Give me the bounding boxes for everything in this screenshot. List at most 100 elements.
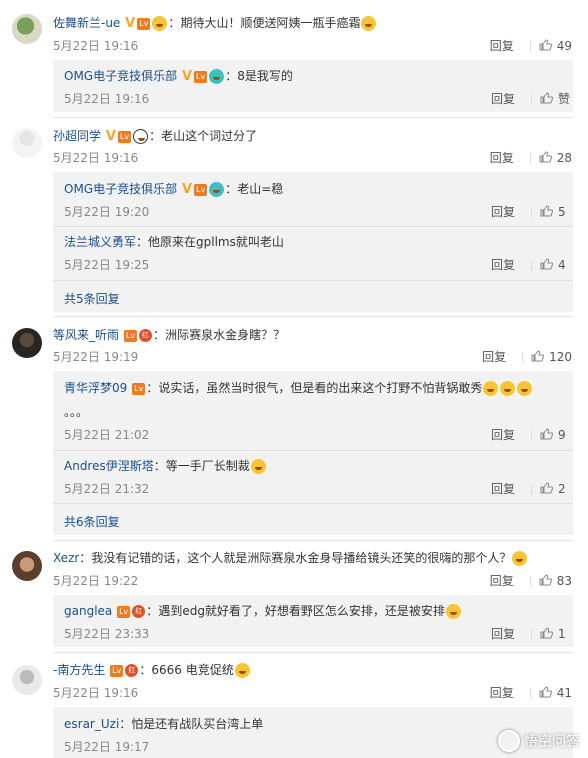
red-badge-icon: 红: [132, 605, 146, 618]
username-link[interactable]: 等风来_听雨: [53, 328, 119, 342]
like-icon[interactable]: [540, 92, 553, 104]
like-icon[interactable]: [540, 627, 553, 639]
more-replies-link[interactable]: 共5条回复: [64, 290, 120, 307]
comment-date: 5月22日 19:19: [53, 350, 139, 364]
emoji-icon: [250, 459, 266, 474]
divider: [53, 503, 573, 504]
level-badge-icon: Lv: [110, 664, 124, 677]
like-icon[interactable]: [540, 482, 553, 494]
like-icon[interactable]: [540, 428, 553, 440]
level-badge-icon: Lv: [137, 17, 151, 30]
camera-badge-icon: [209, 182, 225, 197]
like-icon[interactable]: [540, 258, 553, 270]
divider: [529, 41, 531, 52]
divider: [53, 540, 573, 541]
reply-button[interactable]: 回复: [491, 203, 531, 220]
comment-actions: 回复 41: [490, 684, 572, 701]
username-link[interactable]: esrar_Uzi: [64, 717, 119, 731]
reply-button[interactable]: 回复: [490, 684, 530, 701]
avatar[interactable]: [12, 665, 42, 695]
like-count: 28: [556, 151, 572, 165]
watermark: 悟空问答: [498, 730, 580, 752]
colon: ：: [225, 69, 238, 83]
like-icon[interactable]: [540, 205, 553, 217]
divider: [531, 484, 532, 495]
reply-date: 5月22日 23:33: [64, 627, 150, 641]
verified-icon: V: [181, 181, 192, 197]
panda-badge-icon: [133, 129, 149, 144]
divider: [531, 94, 532, 105]
like-count: 5: [558, 205, 566, 219]
avatar[interactable]: [12, 128, 42, 158]
comment-date: 5月22日 19:16: [53, 39, 139, 53]
comment-text: 6666 电竞促统: [151, 663, 234, 677]
reply-date: 5月22日 19:16: [64, 92, 150, 106]
like-icon[interactable]: [539, 574, 552, 586]
reply-button[interactable]: 回复: [491, 90, 531, 107]
username-link[interactable]: 法兰城义勇军: [64, 235, 136, 249]
like-icon[interactable]: [539, 39, 552, 51]
reply-date: 5月22日 21:32: [64, 482, 150, 496]
reply-text: 他原来在gpllms就叫老山: [148, 235, 284, 249]
reply-button[interactable]: 回复: [491, 480, 531, 497]
like-count: 41: [556, 686, 572, 700]
reply-button[interactable]: 回复: [490, 37, 530, 54]
avatar[interactable]: [12, 551, 42, 581]
username-link[interactable]: -南方先生: [53, 663, 105, 677]
colon: ：: [146, 604, 159, 618]
reply-button[interactable]: 回复: [491, 426, 531, 443]
verified-icon: V: [105, 128, 116, 144]
wukong-logo-icon: [498, 730, 520, 752]
comment-text: 老山这个词过分了: [161, 129, 258, 143]
comment-date: 5月22日 19:22: [53, 574, 139, 588]
username-link[interactable]: OMG电子竞技俱乐部: [64, 182, 177, 196]
like-icon[interactable]: [539, 686, 552, 698]
username-link[interactable]: OMG电子竞技俱乐部: [64, 69, 177, 83]
divider: [531, 629, 532, 640]
more-replies-link[interactable]: 共6条回复: [64, 513, 120, 530]
like-count: 9: [558, 428, 566, 442]
comment-actions: 回复 28: [490, 149, 572, 166]
level-badge-icon: Lv: [123, 329, 138, 342]
reply-button[interactable]: 回复: [490, 149, 530, 166]
watermark-text: 悟空问答: [524, 734, 580, 750]
divider: [53, 226, 573, 227]
colon: ：: [139, 663, 152, 677]
username-link[interactable]: 佐舞新兰-ue: [53, 16, 120, 30]
reply-button[interactable]: 回复: [491, 625, 531, 642]
username-link[interactable]: 孙超同学: [53, 129, 101, 143]
username-link[interactable]: ganglea: [64, 604, 112, 618]
like-icon[interactable]: [539, 151, 552, 163]
divider: [53, 316, 573, 317]
divider: [53, 652, 573, 653]
verified-icon: V: [125, 15, 136, 31]
username-link[interactable]: 青华浮梦09: [64, 381, 127, 395]
reply-button[interactable]: 回复: [490, 572, 530, 589]
reply-button[interactable]: 回复: [491, 256, 531, 273]
reply-button[interactable]: 回复: [482, 348, 522, 365]
avatar[interactable]: [12, 328, 42, 358]
verified-icon: V: [181, 68, 192, 84]
colon: ：: [168, 16, 181, 30]
divider: [53, 117, 573, 118]
like-count: 2: [558, 482, 566, 496]
divider: [529, 576, 531, 587]
divider: [522, 352, 524, 363]
comment-text: 期待大山！顺便送阿姨一瓶手癌霜: [180, 16, 361, 30]
divider: [531, 260, 532, 271]
comment-actions: 回复 49: [490, 37, 572, 54]
comment-text: 我没有记错的话，这个人就是洲际赛泉水金身导播给镜头还笑的很嗨的那个人？: [91, 551, 512, 565]
reply-actions: 回复 9: [491, 426, 572, 443]
username-link[interactable]: Andres伊涅斯塔: [64, 459, 154, 473]
like-icon[interactable]: [531, 350, 545, 362]
avatar[interactable]: [12, 14, 42, 44]
reply-text: 老山=稳: [237, 182, 284, 196]
colon: ：: [79, 551, 92, 565]
reply-date: 5月22日 19:17: [64, 740, 150, 754]
reply-actions: 回复 2: [491, 480, 572, 497]
username-link[interactable]: Xezr: [53, 551, 79, 565]
reply-text: 遇到edg就好看了，好想看野区怎么安排，还是被安排: [158, 604, 445, 618]
camera-badge-icon: [209, 69, 225, 84]
reply-actions: 回复 4: [491, 256, 572, 273]
level-badge-icon: Lv: [132, 382, 146, 395]
